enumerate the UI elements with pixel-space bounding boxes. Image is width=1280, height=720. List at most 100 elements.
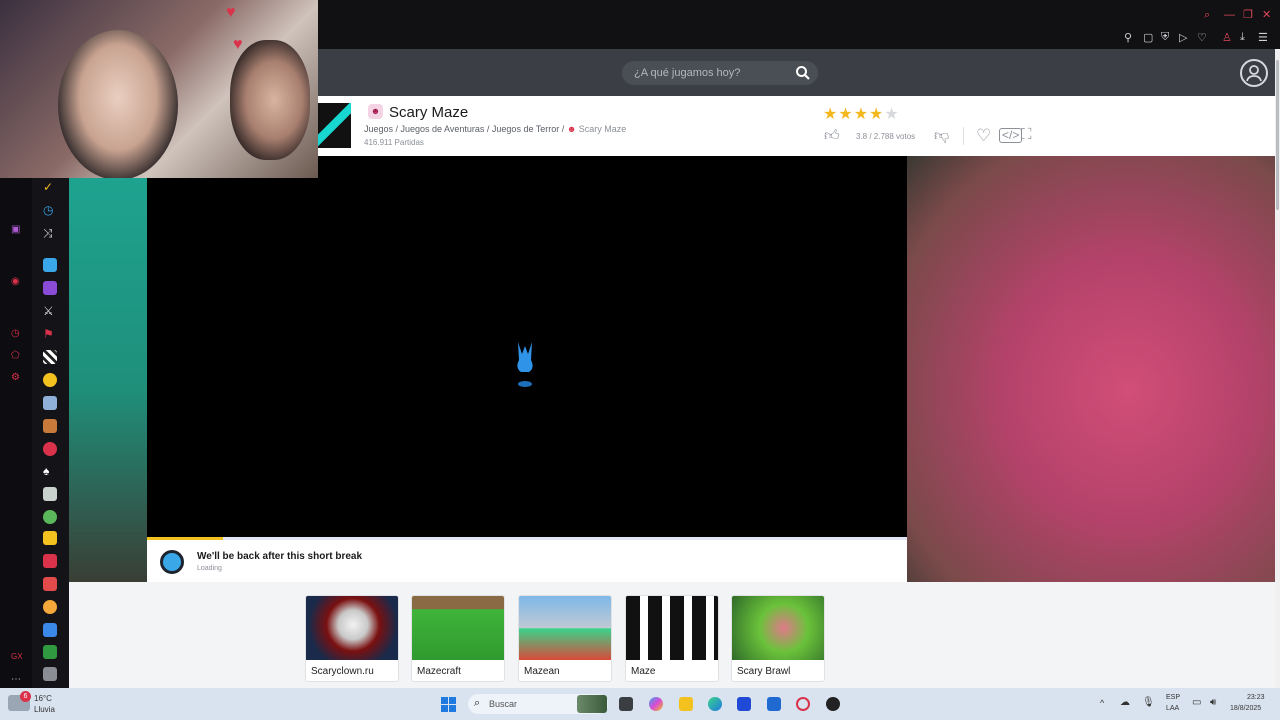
- guest-face: [230, 40, 310, 160]
- outlook-icon[interactable]: [767, 697, 781, 711]
- category-icon[interactable]: [43, 623, 57, 637]
- clock-date[interactable]: 18/8/2025: [1230, 705, 1261, 712]
- display-icon[interactable]: ▭: [1192, 697, 1201, 708]
- chevron-up-icon[interactable]: ^: [1100, 698, 1104, 708]
- opera-gx-icon[interactable]: [796, 697, 810, 711]
- category-icon[interactable]: [43, 667, 57, 681]
- browser-sidebar: [0, 178, 32, 688]
- extensions-icon[interactable]: ⬠: [11, 350, 20, 361]
- rating-star-icon[interactable]: ★: [869, 106, 884, 123]
- game-thumbnail: [626, 596, 718, 660]
- thumbs-up-icon[interactable]: 👍︎: [824, 127, 840, 145]
- obs-icon[interactable]: [826, 697, 840, 711]
- action-category-icon[interactable]: ⚔: [43, 304, 54, 318]
- related-game-card[interactable]: Maze: [625, 595, 719, 682]
- embed-code-icon[interactable]: </>: [999, 128, 1023, 143]
- pin-icon[interactable]: ⚲: [1124, 31, 1132, 44]
- random-icon[interactable]: ⤨: [43, 226, 53, 241]
- related-game-title: Maze: [631, 666, 656, 677]
- rating-votes: 3.8 / 2.788 votos: [856, 132, 916, 141]
- pacman-category-icon[interactable]: [43, 373, 57, 387]
- pokeball-category-icon[interactable]: [43, 442, 57, 456]
- minecraft-category-icon[interactable]: [43, 645, 57, 659]
- file-explorer-icon[interactable]: [679, 697, 693, 711]
- gx-icon[interactable]: GX: [11, 652, 23, 661]
- restore-icon[interactable]: ❐: [1243, 8, 1253, 21]
- recent-icon[interactable]: ◷: [43, 203, 53, 217]
- history-icon[interactable]: ◷: [11, 328, 20, 339]
- language-top[interactable]: ESP: [1166, 694, 1180, 701]
- thumbs-down-icon[interactable]: 👎︎: [934, 127, 949, 145]
- racing-category-icon[interactable]: [43, 350, 57, 364]
- clock-time[interactable]: 23:23: [1247, 694, 1265, 701]
- related-game-title: Mazecraft: [417, 666, 461, 677]
- category-icon[interactable]: [43, 600, 57, 614]
- language-bottom[interactable]: LAA: [1166, 705, 1179, 712]
- game-player-canvas[interactable]: [147, 156, 907, 537]
- related-game-card[interactable]: Mazecraft: [411, 595, 505, 682]
- rating-star-icon[interactable]: ★: [838, 106, 853, 123]
- windows-start-icon[interactable]: [441, 697, 456, 712]
- user-icon[interactable]: [1240, 59, 1268, 87]
- microphone-icon[interactable]: 🎙︎: [1142, 697, 1155, 708]
- ad-break-status: Loading: [197, 565, 222, 572]
- player-icon[interactable]: ◉: [11, 276, 20, 287]
- game-thumbnail: [732, 596, 824, 660]
- game-thumbnail: [412, 596, 504, 660]
- twitch-icon[interactable]: ▣: [11, 224, 20, 235]
- store-icon[interactable]: [737, 697, 751, 711]
- left-ad-panel: [69, 156, 147, 582]
- ad-break-title: We'll be back after this short break: [197, 551, 363, 562]
- breadcrumb: Juegos / Juegos de Aventuras / Juegos de…: [364, 124, 626, 134]
- car-category-icon[interactable]: [43, 531, 57, 545]
- shield-icon[interactable]: ⛨: [1161, 31, 1169, 44]
- category-icon[interactable]: [43, 396, 57, 410]
- category-icon[interactable]: [43, 577, 57, 591]
- heart-decoration-icon: ♥: [233, 36, 243, 53]
- heart-icon[interactable]: ♡: [1197, 31, 1207, 44]
- favorite-heart-icon[interactable]: ♡: [976, 126, 991, 146]
- settings-icon[interactable]: ⚙: [11, 372, 20, 383]
- close-icon[interactable]: ✕: [1262, 8, 1271, 21]
- copilot-icon[interactable]: [649, 697, 663, 711]
- right-ad-panel: [907, 156, 1275, 582]
- more-icon[interactable]: ⋯: [11, 674, 21, 685]
- flag-category-icon[interactable]: ⚑: [43, 327, 54, 341]
- weather-desc: Lluvia: [34, 705, 55, 714]
- category-icon[interactable]: [43, 258, 57, 272]
- category-icon[interactable]: [43, 487, 57, 501]
- search-icon[interactable]: ⌕: [1204, 9, 1210, 22]
- star-rating[interactable]: ★★★★★: [823, 104, 900, 124]
- category-icon[interactable]: [43, 281, 57, 295]
- cloud-icon[interactable]: ☁: [1120, 697, 1130, 708]
- search-icon[interactable]: [795, 65, 811, 81]
- soccer-category-icon[interactable]: [43, 510, 57, 524]
- play-icon[interactable]: ▷: [1179, 31, 1187, 44]
- related-game-card[interactable]: Scaryclown.ru: [305, 595, 399, 682]
- category-icon[interactable]: [43, 554, 57, 568]
- page-title: Scary Maze: [389, 104, 469, 121]
- related-game-card[interactable]: Scary Brawl: [731, 595, 825, 682]
- edge-icon[interactable]: [708, 697, 722, 711]
- rating-star-icon[interactable]: ★: [884, 106, 899, 123]
- breadcrumb-current: Scary Maze: [578, 124, 627, 134]
- heart-decoration-icon: ♥: [226, 4, 236, 21]
- breadcrumb-path[interactable]: Juegos / Juegos de Aventuras / Juegos de…: [364, 124, 564, 134]
- category-icon[interactable]: [43, 419, 57, 433]
- cards-category-icon[interactable]: ♠: [43, 464, 49, 478]
- download-icon[interactable]: ⤓: [1240, 31, 1245, 44]
- new-games-icon[interactable]: ✓: [43, 180, 53, 194]
- menu-icon[interactable]: ☰: [1258, 31, 1268, 44]
- fullscreen-icon[interactable]: ⛶: [1021, 126, 1032, 143]
- game-type-icon: ☻: [566, 124, 579, 134]
- profile-icon[interactable]: ♙: [1222, 31, 1232, 44]
- scrollbar-thumb[interactable]: [1276, 60, 1279, 210]
- webcam-overlay: ♥ ♥: [0, 0, 318, 178]
- task-view-icon[interactable]: [619, 697, 633, 711]
- snapshot-icon[interactable]: ▢: [1143, 31, 1153, 44]
- rating-star-icon[interactable]: ★: [854, 106, 869, 123]
- rating-star-icon[interactable]: ★: [823, 106, 838, 123]
- related-game-card[interactable]: Mazean: [518, 595, 612, 682]
- volume-icon[interactable]: 🔊︎: [1210, 697, 1216, 708]
- minimize-icon[interactable]: —: [1224, 9, 1235, 21]
